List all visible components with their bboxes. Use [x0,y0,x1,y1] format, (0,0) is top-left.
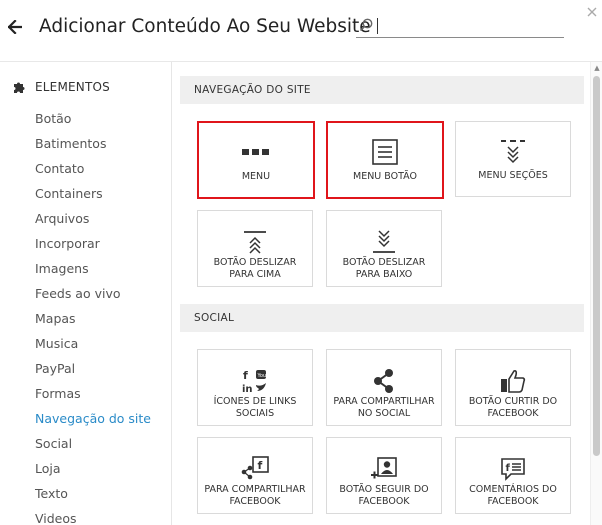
facebook-share-icon: f [241,456,269,480]
sidebar-item[interactable]: Contato [35,156,151,181]
share-icon [374,369,393,393]
search-input[interactable] [376,15,562,37]
sidebar-item[interactable]: Containers [35,181,151,206]
social-links-icon: f You in [242,369,267,395]
tile-label: PARA COMPARTILHAR FACEBOOK [204,484,306,507]
tile-compartilhar-social[interactable]: PARA COMPARTILHAR NO SOCIAL [326,349,442,426]
tile-label: ÍCONES DE LINKS SOCIAIS [213,396,297,419]
sidebar-item[interactable]: Musica [35,331,151,356]
menu-sections-icon [501,140,525,164]
sidebar-item[interactable]: Botão [35,106,151,131]
tile-label: BOTÃO CURTIR DO FACEBOOK [468,396,558,419]
scroll-up-arrow-icon[interactable]: ▲ [593,64,601,72]
tile-menu-botao[interactable]: MENU BOTÃO [326,121,444,199]
dialog-title: Adicionar Conteúdo Ao Seu Website [39,16,371,37]
facebook-comments-icon: f [501,458,525,481]
section-header-social: SOCIAL [180,304,584,332]
thumbs-up-icon [501,370,526,393]
sidebar-item[interactable]: Navegação do site [35,406,151,431]
sidebar-item[interactable]: Social [35,431,151,456]
sidebar-item[interactable]: Arquivos [35,206,151,231]
content-scrollbar[interactable]: ▲ [590,62,602,525]
svg-text:in: in [242,384,253,395]
sidebar-heading-label: ELEMENTOS [35,80,110,94]
tile-comentarios-facebook[interactable]: f COMENTÁRIOS DO FACEBOOK [455,437,571,514]
tile-compartilhar-facebook[interactable]: f PARA COMPARTILHAR FACEBOOK [197,437,313,514]
scroll-down-icon [373,230,395,253]
svg-text:f: f [506,463,511,474]
dialog-header: Adicionar Conteúdo Ao Seu Website [0,0,602,62]
back-button[interactable] [6,15,24,39]
svg-text:f: f [243,369,248,382]
search-box[interactable] [356,14,564,38]
text-caret [377,18,378,34]
puzzle-icon [14,82,25,93]
tile-menu[interactable]: MENU [197,121,315,199]
svg-text:f: f [258,459,263,472]
sidebar-heading: ELEMENTOS [12,80,110,94]
tile-label: MENU SEÇÕES [478,170,548,181]
tile-botao-deslizar-cima[interactable]: BOTÃO DESLIZAR PARA CIMA [197,210,313,287]
sidebar-item[interactable]: Loja [35,456,151,481]
menu-dots-icon [242,149,269,155]
facebook-follow-icon [371,457,397,479]
search-icon [359,18,373,32]
sidebar-item[interactable]: Incorporar [35,231,151,256]
svg-text:You: You [257,373,267,379]
content-panel: NAVEGAÇÃO DO SITE MENU MENU BOTÃO MENU S… [172,62,590,525]
scrollbar-thumb[interactable] [593,76,600,456]
tile-label: BOTÃO SEGUIR DO FACEBOOK [339,484,429,507]
sidebar-item[interactable]: Imagens [35,256,151,281]
sidebar: ELEMENTOS Botão Batimentos Contato Containe… [0,62,172,525]
close-icon [587,7,597,17]
sidebar-item[interactable]: Texto [35,481,151,506]
tile-label: COMENTÁRIOS DO FACEBOOK [469,484,557,507]
tile-curtir-facebook[interactable]: BOTÃO CURTIR DO FACEBOOK [455,349,571,426]
scroll-up-icon [244,231,266,254]
tile-menu-secoes[interactable]: MENU SEÇÕES [455,121,571,197]
tile-icones-links-sociais[interactable]: f You in ÍCONES DE LINKS SOCIAIS [197,349,313,426]
tile-label: BOTÃO DESLIZAR PARA BAIXO [342,257,426,280]
sidebar-list: Botão Batimentos Contato Containers Arquivos… [35,106,151,525]
sidebar-item[interactable]: Mapas [35,306,151,331]
arrow-left-icon [8,20,22,34]
close-button[interactable] [585,6,599,20]
tile-label: MENU [241,171,271,182]
sidebar-item[interactable]: PayPal [35,356,151,381]
sidebar-item[interactable]: Feeds ao vivo [35,281,151,306]
sidebar-item[interactable]: Formas [35,381,151,406]
menu-list-icon [372,139,398,165]
tile-label: BOTÃO DESLIZAR PARA CIMA [213,257,297,280]
tile-botao-deslizar-baixo[interactable]: BOTÃO DESLIZAR PARA BAIXO [326,210,442,287]
tile-seguir-facebook[interactable]: BOTÃO SEGUIR DO FACEBOOK [326,437,442,514]
sidebar-item[interactable]: Videos [35,506,151,525]
sidebar-item[interactable]: Batimentos [35,131,151,156]
section-header-navigation: NAVEGAÇÃO DO SITE [180,76,584,104]
tile-label: PARA COMPARTILHAR NO SOCIAL [333,396,435,419]
tile-label: MENU BOTÃO [353,171,417,182]
